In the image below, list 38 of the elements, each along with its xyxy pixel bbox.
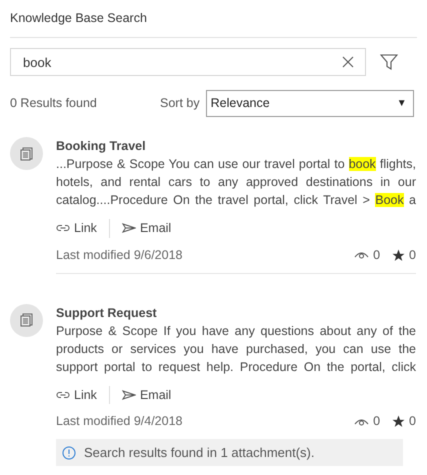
- notice-text: Search results found in 1 attachment(s).: [84, 444, 315, 462]
- document-icon: [10, 304, 43, 336]
- last-modified: Last modified 9/6/2018: [56, 246, 182, 264]
- action-link[interactable]: Link: [74, 219, 97, 238]
- article-title[interactable]: Booking Travel: [56, 137, 416, 155]
- panel-title: Knowledge Base Search: [10, 11, 147, 25]
- filter-icon[interactable]: [380, 54, 398, 70]
- snippet-line: hotels, and rental cars to any approved destinations in our: [56, 174, 416, 191]
- snippet-line: support portal to request help. Procedure On the portal, click: [56, 358, 416, 376]
- action-link[interactable]: Link: [74, 386, 97, 404]
- rating-count: 0: [409, 246, 416, 264]
- snippet-line: products or services you have purchased, you can use the: [56, 340, 416, 358]
- results-count: 0 Results found: [10, 95, 98, 112]
- link-icon: [56, 390, 70, 400]
- link-icon: [56, 223, 70, 234]
- sort-dropdown[interactable]: Relevance ▼: [206, 90, 414, 117]
- star-icon: [392, 248, 406, 262]
- document-icon: [10, 137, 43, 170]
- info-icon: [62, 446, 76, 460]
- send-icon: [122, 223, 136, 234]
- dropdown-arrow-icon: ▼: [396, 96, 409, 111]
- send-icon: [122, 390, 136, 400]
- search-field[interactable]: book: [10, 48, 366, 76]
- rating-count: 0: [409, 413, 416, 430]
- snippet-line: Purpose & Scope If you have any questions about any of the: [56, 322, 416, 340]
- eye-icon: [354, 250, 370, 260]
- action-link[interactable]: Email: [140, 219, 172, 238]
- action-link[interactable]: Email: [140, 386, 172, 404]
- clear-icon[interactable]: [342, 56, 354, 68]
- sort-label: Sort by: [160, 95, 200, 112]
- star-icon: [392, 415, 406, 428]
- snippet-line: ...Purpose & Scope You can use our travel portal to book flights,: [56, 156, 416, 173]
- view-count: 0: [373, 246, 380, 264]
- eye-icon: [354, 416, 370, 427]
- last-modified: Last modified 9/4/2018: [56, 413, 182, 430]
- snippet-line: catalog....Procedure On the travel portal, click Travel > Book a: [56, 192, 416, 209]
- view-count: 0: [373, 413, 380, 430]
- article-title[interactable]: Support Request: [56, 304, 416, 322]
